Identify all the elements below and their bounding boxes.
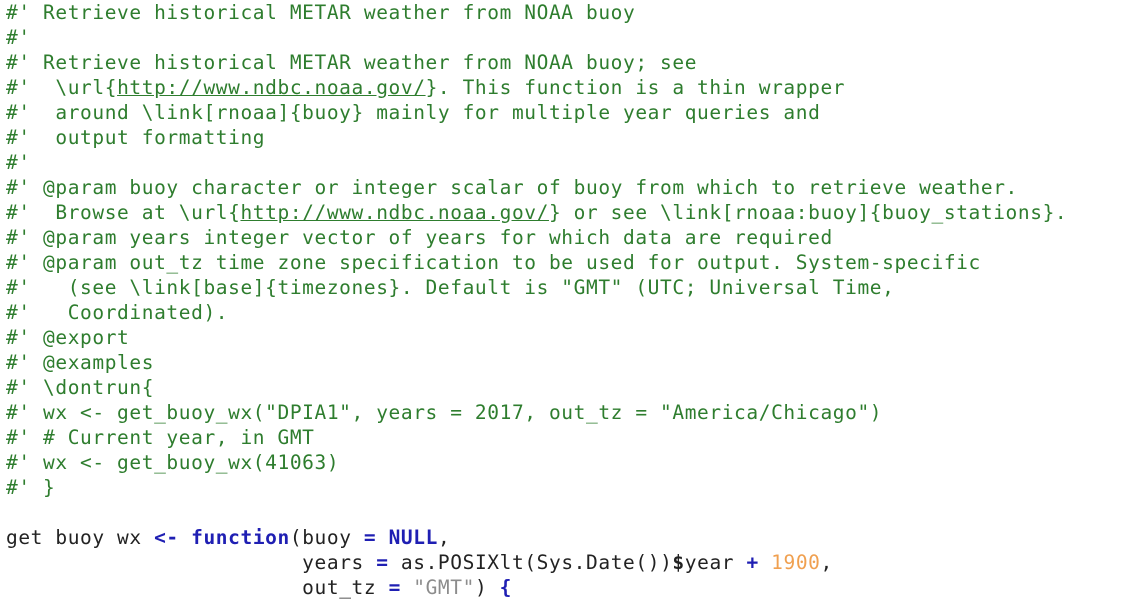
comment-text: #' Retrieve historical METAR weather fro… [6,1,636,24]
comment-text: }. This function is a thin wrapper [425,76,846,99]
comment-text: } or see \link[rnoaa:buoy]{buoy_stations… [548,201,1068,224]
comma: , [437,526,451,549]
code-line: #' @param out_tz time zone specification… [6,250,981,275]
code-line: #' [6,150,31,175]
function-keyword: function [191,526,290,549]
argument-name: years [302,551,377,574]
string-literal: "GMT" [413,576,475,599]
comment-text: #' output formatting [6,126,266,149]
code-line: #' \url{http://www.ndbc.noaa.gov/}. This… [6,75,845,100]
field-name: year [684,551,747,574]
code-line: #' wx <- get_buoy_wx("DPIA1", years = 20… [6,400,882,425]
function-name: get buoy wx [6,526,155,549]
comment-text: #' # Current year, in GMT [6,426,315,449]
code-line: #' [6,25,31,50]
code-line: #' around \link[rnoaa]{buoy} mainly for … [6,100,820,125]
code-line: #' @export [6,325,129,350]
code-line: out_tz = "GMT") { [6,575,512,600]
url-link[interactable]: http://www.ndbc.noaa.gov/ [240,201,549,224]
comment-text: #' \url{ [6,76,118,99]
code-line: #' Retrieve historical METAR weather fro… [6,50,697,75]
code-line: #' @param buoy character or integer scal… [6,175,1018,200]
paren: ) [660,551,673,574]
paren: ) [474,576,488,599]
parens: () [635,551,661,574]
comment-text: #' @param buoy character or integer scal… [6,176,1018,199]
function-call: as.POSIXlt [388,551,525,574]
code-line: #' wx <- get_buoy_wx(41063) [6,450,339,475]
code-line: #' Browse at \url{http://www.ndbc.noaa.g… [6,200,1067,225]
code-line: #' } [6,475,55,500]
code-line: #' @examples [6,350,154,375]
code-line: #' (see \link[base]{timezones}. Default … [6,275,894,300]
url-link[interactable]: http://www.ndbc.noaa.gov/ [117,76,426,99]
code-line: get buoy wx <- function(buoy = NULL, [6,525,450,550]
plus-operator: + [746,551,759,574]
comment-text: #' [6,151,31,174]
code-editor[interactable]: #' Retrieve historical METAR weather fro… [0,0,1128,606]
null-keyword: NULL [388,526,438,549]
comment-text: #' @export [6,326,130,349]
comment-text: #' @param out_tz time zone specification… [6,251,981,274]
paren: ( [524,551,537,574]
code-line: #' Retrieve historical METAR weather fro… [6,0,635,25]
comment-text: #' Coordinated). [6,301,229,324]
function-call: Sys.Date [536,551,636,574]
argument-name: buoy [302,526,364,549]
comment-text: #' (see \link[base]{timezones}. Default … [6,276,895,299]
equals-operator: = [363,526,377,549]
equals-operator: = [376,551,389,574]
code-line: years = as.POSIXlt(Sys.Date())$year + 19… [6,550,833,575]
code-line: #' Coordinated). [6,300,228,325]
equals-operator: = [388,576,401,599]
comment-text: #' @examples [6,351,155,374]
dollar-operator: $ [672,551,685,574]
code-line: #' # Current year, in GMT [6,425,315,450]
code-line: #' output formatting [6,125,265,150]
code-line: #' \dontrun{ [6,375,154,400]
comma: , [820,551,833,574]
comment-text: #' [6,26,31,49]
comment-text: #' wx <- get_buoy_wx(41063) [6,451,340,474]
number-literal: 1900 [771,551,821,574]
code-line: #' @param years integer vector of years … [6,225,833,250]
argument-name: out_tz [302,576,389,599]
comment-text: #' @param years integer vector of years … [6,226,833,249]
assign-operator: <- [154,526,179,549]
comment-text: #' Browse at \url{ [6,201,241,224]
open-brace: { [499,576,512,599]
comment-text: #' wx <- get_buoy_wx("DPIA1", years = 20… [6,401,883,424]
paren: ( [289,526,303,549]
comment-text: #' \dontrun{ [6,376,155,399]
comment-text: #' Retrieve historical METAR weather fro… [6,51,698,74]
comment-text: #' around \link[rnoaa]{buoy} mainly for … [6,101,821,124]
comment-text: #' } [6,476,56,499]
